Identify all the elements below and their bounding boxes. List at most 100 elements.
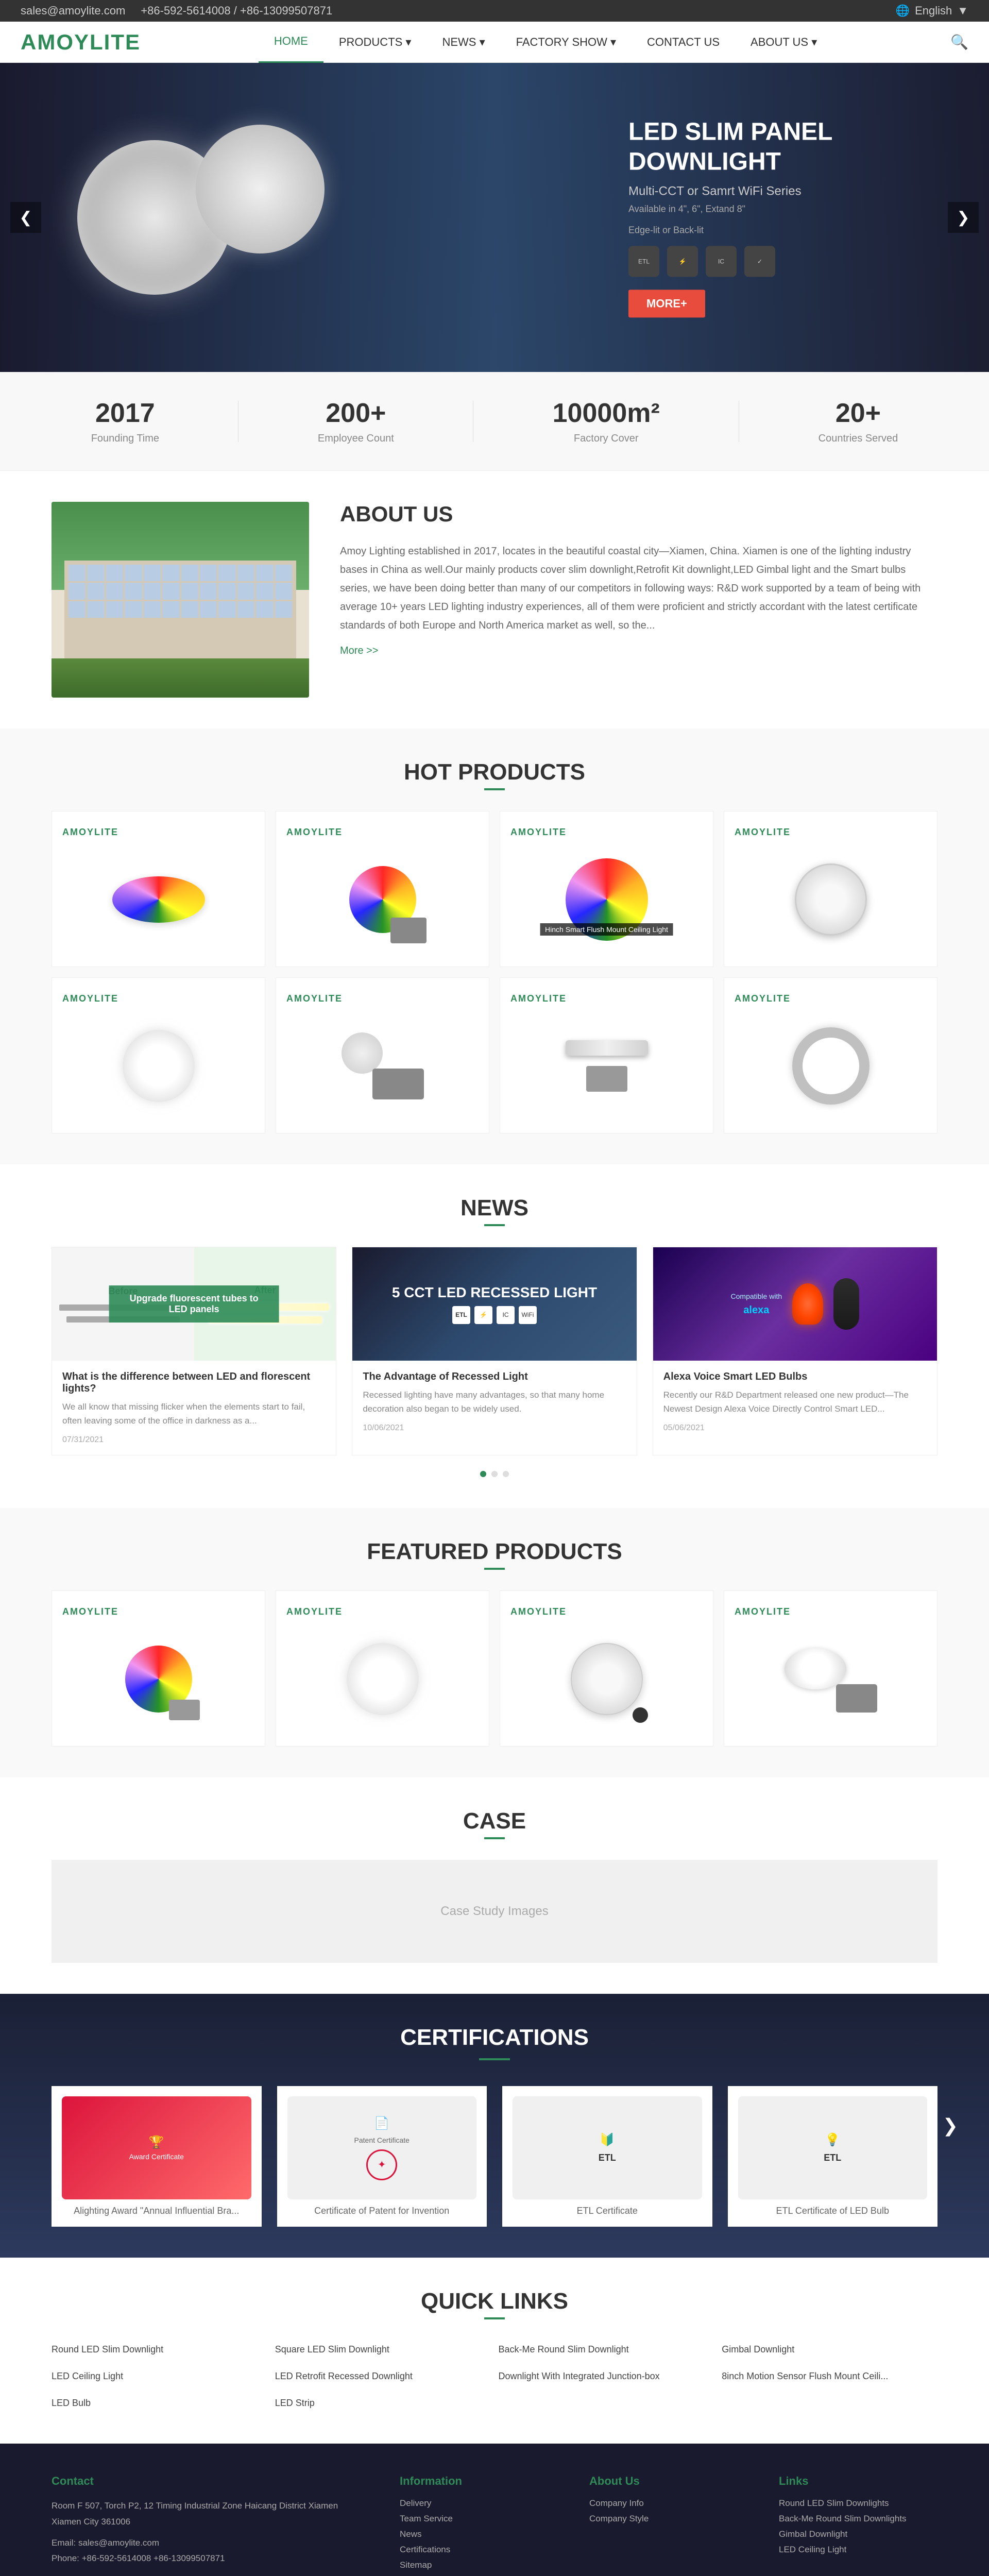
top-bar-lang[interactable]: 🌐 English ▼: [896, 4, 968, 18]
footer-link-delivery[interactable]: Delivery: [400, 2498, 558, 2509]
hero-banner: LED SLIM PANEL DOWNLIGHT Multi-CCT or Sa…: [0, 63, 989, 372]
cert-card-3[interactable]: 🔰 ETL ETL Certificate: [502, 2086, 712, 2227]
nav-item-products[interactable]: PRODUCTS ▾: [323, 22, 427, 63]
featured-grid: AMOYLITE AMOYLITE AMOYLITE: [52, 1590, 937, 1747]
cert-image-4: 💡 ETL: [738, 2096, 928, 2199]
quick-link-7[interactable]: Downlight With Integrated Junction-box: [499, 2367, 714, 2386]
featured-card-1[interactable]: AMOYLITE: [52, 1590, 265, 1747]
footer-link-ceiling[interactable]: LED Ceiling Light: [779, 2545, 937, 2555]
cert-image-1: 🏆 Award Certificate: [62, 2096, 251, 2199]
footer-link-team[interactable]: Team Service: [400, 2514, 558, 2524]
featured-card-3[interactable]: AMOYLITE: [500, 1590, 713, 1747]
nav-item-factory[interactable]: FACTORY SHOW ▾: [501, 22, 632, 63]
pagination-dot-1[interactable]: [480, 1471, 486, 1477]
quick-link-8[interactable]: 8inch Motion Sensor Flush Mount Ceili...: [722, 2367, 937, 2386]
quick-link-2[interactable]: Square LED Slim Downlight: [275, 2340, 491, 2359]
footer-phone: Phone: +86-592-5614008 +86-13099507871: [52, 2551, 369, 2567]
quick-link-1[interactable]: Round LED Slim Downlight: [52, 2340, 267, 2359]
featured-disc-3: [571, 1643, 643, 1715]
product-brand-5: AMOYLITE: [62, 993, 254, 1004]
product-brand-4: AMOYLITE: [735, 827, 927, 838]
footer-info-col: Information Delivery Team Service News C…: [400, 2475, 558, 2576]
featured-card-2[interactable]: AMOYLITE: [276, 1590, 489, 1747]
news-card-2[interactable]: 5 CCT LED RECESSED LIGHT ETL ⚡ IC WiFi T…: [352, 1247, 637, 1455]
hero-title: LED SLIM PANEL DOWNLIGHT: [628, 117, 886, 176]
cert-etl: ETL: [628, 246, 659, 277]
featured-products-section: FEATURED PRODUCTS AMOYLITE AMOYLITE AMOY…: [0, 1508, 989, 1777]
news-card-3[interactable]: Compatible with alexa Alexa Voice Smart …: [653, 1247, 937, 1455]
cert-card-2[interactable]: 📄 Patent Certificate ✦ Certificate of Pa…: [277, 2086, 487, 2227]
etl-bulb-label: ETL: [824, 2153, 841, 2163]
news-img-recessed: 5 CCT LED RECESSED LIGHT ETL ⚡ IC WiFi: [352, 1247, 636, 1361]
featured-image-2: [286, 1628, 479, 1731]
nav-item-about[interactable]: ABOUT US ▾: [735, 22, 832, 63]
case-section: CASE Case Study Images: [0, 1777, 989, 1994]
news-grid: Before After Upgrade fluorescent tubes t…: [52, 1247, 937, 1455]
featured-card-4[interactable]: AMOYLITE: [724, 1590, 937, 1747]
footer-link-certs[interactable]: Certifications: [400, 2545, 558, 2555]
about-more-link[interactable]: More >>: [340, 645, 378, 656]
smart-bulb-shape: [792, 1283, 823, 1325]
nav-item-contact[interactable]: CONTACT US: [632, 22, 735, 63]
footer-about-company-info[interactable]: Company Info: [589, 2498, 748, 2509]
cert-card-4[interactable]: 💡 ETL ETL Certificate of LED Bulb: [728, 2086, 938, 2227]
footer-link-sitemap[interactable]: Sitemap: [400, 2560, 558, 2570]
building-facade: [64, 561, 296, 658]
news-pagination: [52, 1471, 937, 1477]
stat-factory-label: Factory Cover: [553, 433, 660, 445]
hero-prev-arrow[interactable]: ❮: [10, 202, 41, 233]
site-logo[interactable]: AMOYLITE: [21, 30, 141, 55]
cert-label-2: Certificate of Patent for Invention: [287, 2206, 477, 2216]
wifi-badge: WiFi: [519, 1306, 537, 1324]
search-icon[interactable]: 🔍: [950, 33, 968, 50]
product-card-2[interactable]: AMOYLITE: [276, 811, 489, 967]
footer-link-gimbal[interactable]: Gimbal Downlight: [779, 2529, 937, 2539]
news-card-1[interactable]: Before After Upgrade fluorescent tubes t…: [52, 1247, 336, 1455]
nav-item-home[interactable]: HOME: [259, 22, 323, 63]
product-card-8[interactable]: AMOYLITE: [724, 977, 937, 1133]
news-excerpt-1: We all know that missing flicker when th…: [62, 1400, 326, 1428]
quick-link-6[interactable]: LED Retrofit Recessed Downlight: [275, 2367, 491, 2386]
stat-employees: 200+ Employee Count: [318, 398, 394, 445]
hero-more-button[interactable]: MORE+: [628, 290, 705, 318]
pagination-dot-2[interactable]: [491, 1471, 498, 1477]
footer-links-col: Links Round LED Slim Downlights Back-Me …: [779, 2475, 937, 2576]
news-title: NEWS: [52, 1195, 937, 1221]
footer-contact-col: Contact Room F 507, Torch P2, 12 Timing …: [52, 2475, 369, 2576]
nav-item-news[interactable]: NEWS ▾: [427, 22, 500, 63]
slim-panel-container: [566, 1040, 648, 1092]
stat-countries-label: Countries Served: [819, 433, 898, 445]
news-content-3: Alexa Voice Smart LED Bulbs Recently our…: [653, 1361, 937, 1443]
main-navigation: AMOYLITE HOME PRODUCTS ▾ NEWS ▾ FACTORY …: [0, 22, 989, 63]
footer-about-company-style[interactable]: Company Style: [589, 2514, 748, 2524]
cert-white-patent: 📄 Patent Certificate ✦: [287, 2096, 477, 2199]
quick-link-4[interactable]: Gimbal Downlight: [722, 2340, 937, 2359]
product-card-5[interactable]: AMOYLITE: [52, 977, 265, 1133]
product-card-1[interactable]: AMOYLITE: [52, 811, 265, 967]
quick-link-9[interactable]: LED Bulb: [52, 2394, 267, 2413]
cert-card-1[interactable]: 🏆 Award Certificate Alighting Award "Ann…: [52, 2086, 262, 2227]
retrofit-disc: [785, 1648, 846, 1689]
driver-unit: [372, 1069, 424, 1099]
footer-link-privacy[interactable]: Privacy Policy: [400, 2575, 558, 2576]
stat-employees-number: 200+: [318, 398, 394, 429]
quick-link-10[interactable]: LED Strip: [275, 2394, 491, 2413]
cert-other: ✓: [744, 246, 775, 277]
quick-link-5[interactable]: LED Ceiling Light: [52, 2367, 267, 2386]
hero-subtitle: Multi-CCT or Samrt WiFi Series: [628, 184, 886, 199]
product-card-4[interactable]: AMOYLITE: [724, 811, 937, 967]
footer-link-round[interactable]: Round LED Slim Downlights: [779, 2498, 937, 2509]
ic-badge: IC: [497, 1306, 515, 1324]
product-card-7[interactable]: AMOYLITE: [500, 977, 713, 1133]
hero-next-arrow[interactable]: ❯: [948, 202, 979, 233]
footer-link-backme[interactable]: Back-Me Round Slim Downlights: [779, 2514, 937, 2524]
cert-next-arrow[interactable]: ❯: [943, 2115, 958, 2137]
footer-grid: Contact Room F 507, Torch P2, 12 Timing …: [52, 2475, 937, 2576]
pagination-dot-3[interactable]: [503, 1471, 509, 1477]
quick-link-3[interactable]: Back-Me Round Slim Downlight: [499, 2340, 714, 2359]
product-image-2: [286, 848, 479, 951]
product-card-3[interactable]: AMOYLITE Hinch Smart Flush Mount Ceiling…: [500, 811, 713, 967]
product-card-6[interactable]: AMOYLITE: [276, 977, 489, 1133]
footer-link-news[interactable]: News: [400, 2529, 558, 2539]
quick-links-title: QUICK LINKS: [52, 2289, 937, 2314]
